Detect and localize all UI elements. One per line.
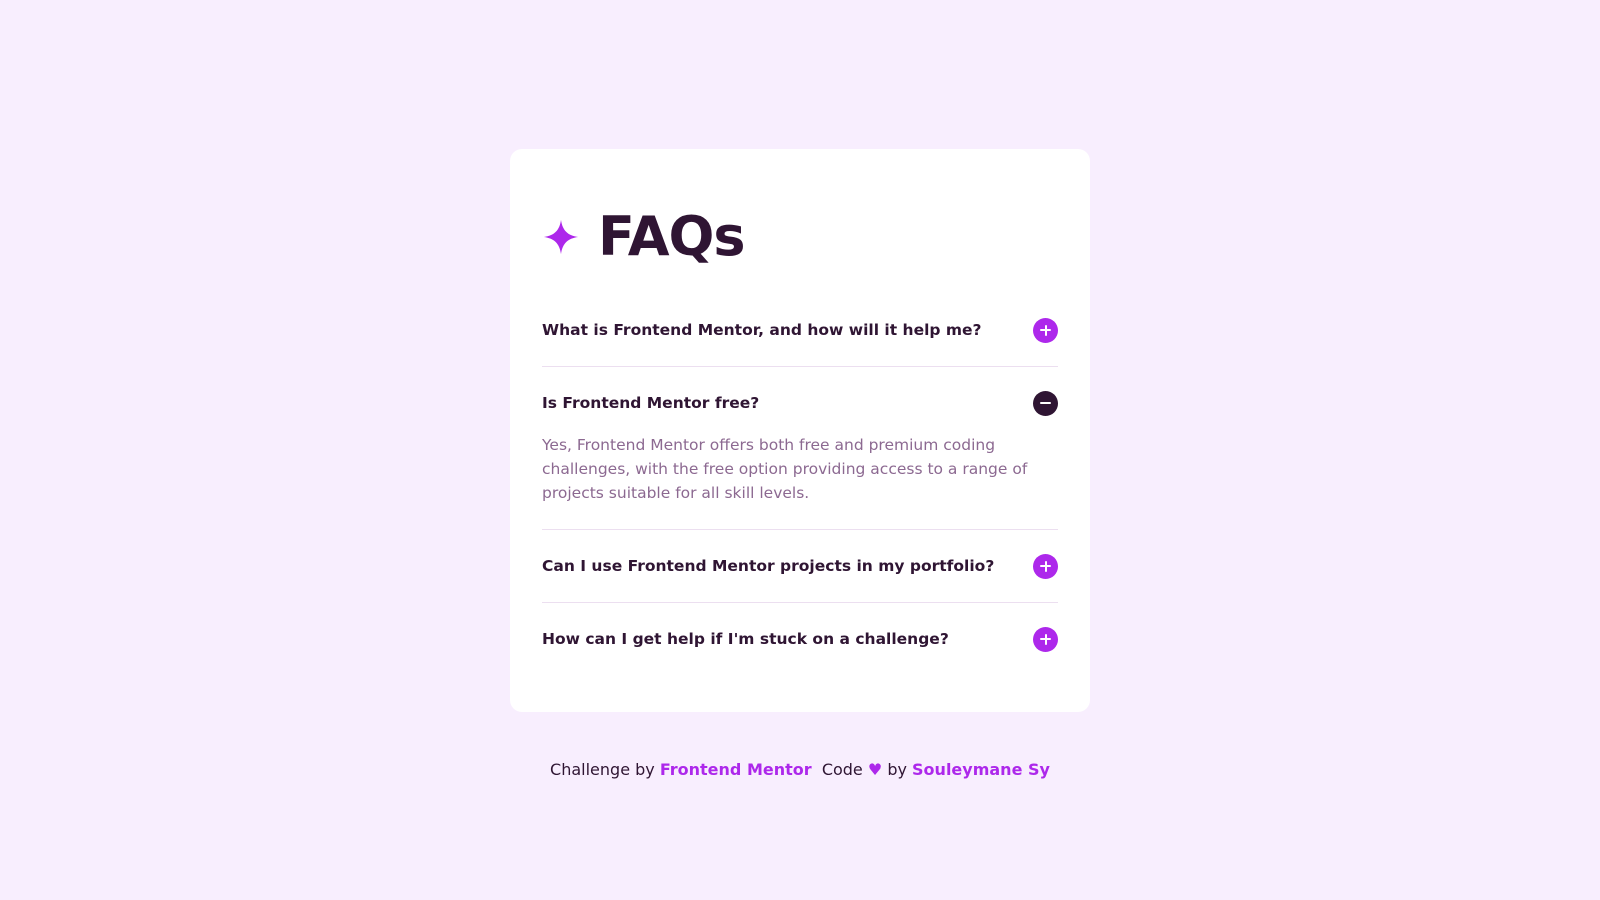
code-prefix: Code: [821, 760, 863, 779]
page-title: FAQs: [598, 205, 746, 268]
heart-icon: ♥: [867, 760, 883, 779]
faq-answer-text: Yes, Frontend Mentor offers both free an…: [542, 436, 1028, 502]
faq-card: FAQs What is Frontend Mentor, and how wi…: [510, 149, 1090, 712]
faq-question-button[interactable]: How can I get help if I'm stuck on a cha…: [542, 603, 1058, 675]
faq-question-text: Can I use Frontend Mentor projects in my…: [542, 557, 995, 575]
faq-item: Is Frontend Mentor free? Yes, Frontend M…: [542, 366, 1058, 529]
faq-question-button[interactable]: Can I use Frontend Mentor projects in my…: [542, 530, 1058, 602]
plus-icon[interactable]: [1033, 553, 1058, 579]
plus-icon[interactable]: [1033, 317, 1058, 343]
faq-question-text: How can I get help if I'm stuck on a cha…: [542, 630, 949, 648]
faq-list: What is Frontend Mentor, and how will it…: [542, 302, 1058, 675]
faq-question-text: What is Frontend Mentor, and how will it…: [542, 321, 982, 339]
faq-question-text: Is Frontend Mentor free?: [542, 394, 760, 412]
faq-item: How can I get help if I'm stuck on a cha…: [542, 602, 1058, 675]
faq-question-button[interactable]: Is Frontend Mentor free?: [542, 367, 1058, 439]
faq-question-button[interactable]: What is Frontend Mentor, and how will it…: [542, 302, 1058, 358]
attribution-footer: Challenge by Frontend Mentor Code ♥ by S…: [0, 760, 1600, 779]
plus-icon[interactable]: [1033, 626, 1058, 652]
faq-item: Can I use Frontend Mentor projects in my…: [542, 529, 1058, 602]
challenge-prefix: Challenge by: [550, 760, 655, 779]
star-icon: [543, 219, 579, 255]
faq-item: What is Frontend Mentor, and how will it…: [542, 302, 1058, 358]
faq-header: FAQs: [542, 205, 746, 269]
by-text: by: [887, 760, 907, 779]
frontend-mentor-link[interactable]: Frontend Mentor: [660, 760, 812, 779]
author-link[interactable]: Souleymane Sy: [912, 760, 1050, 779]
minus-icon[interactable]: [1033, 390, 1058, 416]
